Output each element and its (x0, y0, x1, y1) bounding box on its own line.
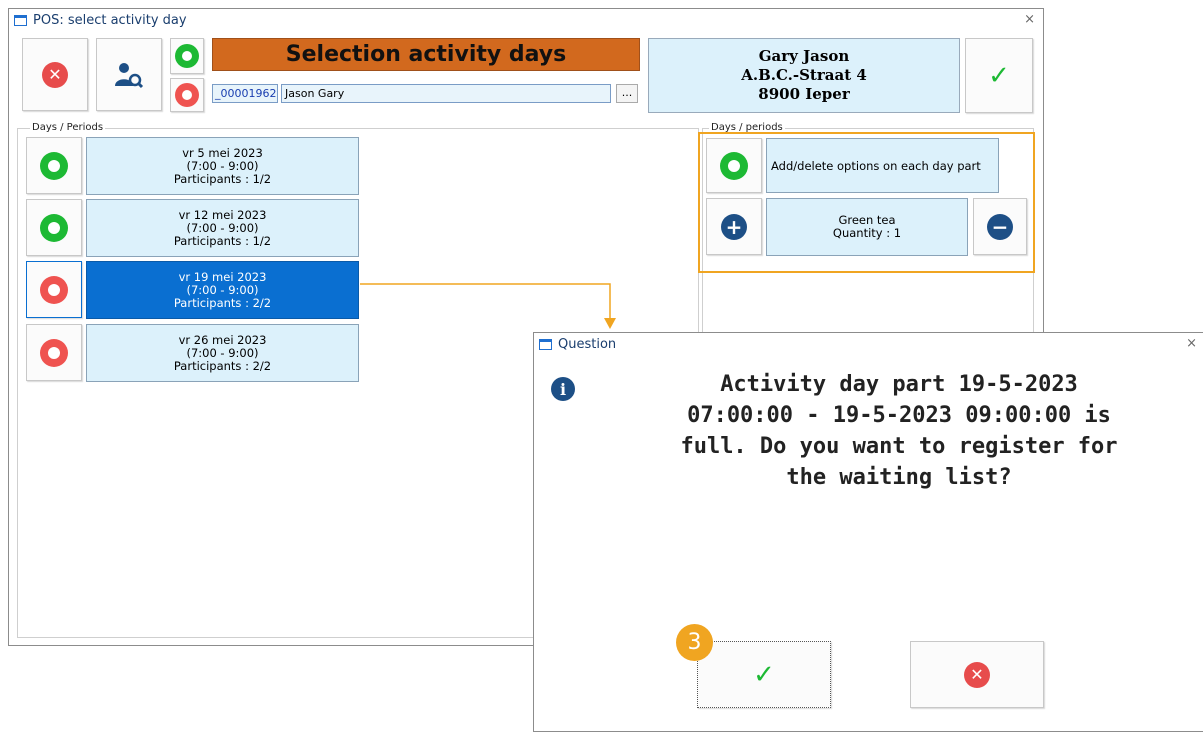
day-date: vr 12 mei 2023 (178, 207, 267, 222)
day-participants: Participants : 1/2 (173, 171, 272, 186)
question-titlebar: Question × (534, 333, 1203, 355)
customer-address: Gary Jason A.B.C.-Straat 4 8900 Ieper (648, 38, 960, 113)
day-card[interactable]: vr 12 mei 2023 (7:00 - 9:00) Participant… (86, 199, 359, 257)
address-line-city: 8900 Ieper (758, 85, 850, 103)
day-card-selected[interactable]: vr 19 mei 2023 (7:00 - 9:00) Participant… (86, 261, 359, 319)
item-quantity: Quantity : 1 (832, 226, 902, 240)
add-quantity-button[interactable]: + (706, 198, 762, 255)
remove-quantity-button[interactable]: − (973, 198, 1027, 255)
day-time: (7:00 - 9:00) (186, 282, 259, 297)
question-message: Activity day part 19-5-2023 07:00:00 - 1… (614, 369, 1184, 493)
day-date: vr 19 mei 2023 (178, 269, 267, 284)
main-window-title: POS: select activity day (33, 12, 187, 28)
info-icon: i (551, 377, 575, 401)
item-card[interactable]: Green tea Quantity : 1 (766, 198, 968, 256)
message-line: full. Do you want to register for (680, 434, 1118, 459)
day-toggle-button[interactable] (26, 261, 82, 318)
day-time: (7:00 - 9:00) (186, 158, 259, 173)
confirm-button[interactable]: ✓ (965, 38, 1033, 113)
checkmark-icon: ✓ (753, 659, 775, 690)
red-ring-icon (40, 338, 68, 367)
window-icon (539, 338, 552, 350)
checkmark-icon: ✓ (988, 60, 1010, 91)
red-ring-icon (175, 83, 199, 107)
cancel-button[interactable]: ✕ (22, 38, 88, 111)
day-time: (7:00 - 9:00) (186, 345, 259, 360)
close-icon: ✕ (964, 661, 990, 688)
day-toggle-button[interactable] (26, 324, 82, 381)
step-badge: 3 (676, 624, 713, 661)
day-participants: Participants : 2/2 (173, 358, 272, 373)
green-ring-icon (175, 44, 199, 68)
plus-icon: + (721, 213, 747, 240)
customer-name-field[interactable]: Jason Gary (281, 84, 611, 103)
message-line: 07:00:00 - 19-5-2023 09:00:00 is (687, 403, 1111, 428)
green-ring-icon (40, 151, 68, 180)
address-line-street: A.B.C.-Straat 4 (741, 66, 867, 84)
message-line: Activity day part 19-5-2023 (720, 372, 1078, 397)
day-participants: Participants : 2/2 (173, 295, 272, 310)
select-all-button[interactable] (170, 38, 204, 74)
day-card[interactable]: vr 26 mei 2023 (7:00 - 9:00) Participant… (86, 324, 359, 382)
main-titlebar: POS: select activity day × (9, 9, 1043, 31)
day-time: (7:00 - 9:00) (186, 220, 259, 235)
message-line: the waiting list? (786, 465, 1012, 490)
user-search-icon (115, 62, 144, 88)
day-participants: Participants : 1/2 (173, 233, 272, 248)
main-close-button[interactable]: × (1024, 12, 1035, 27)
deselect-all-button[interactable] (170, 78, 204, 112)
minus-icon: − (987, 213, 1013, 240)
day-date: vr 5 mei 2023 (182, 145, 263, 160)
connector-arrow (360, 283, 616, 329)
customer-code-field[interactable]: _00001962 (212, 84, 278, 103)
question-close-button[interactable]: × (1186, 336, 1197, 351)
day-toggle-button[interactable] (26, 199, 82, 256)
day-date: vr 26 mei 2023 (178, 332, 267, 347)
question-dialog: Question × i Activity day part 19-5-2023… (533, 332, 1203, 732)
yes-button[interactable]: ✓ (697, 641, 831, 708)
red-ring-icon (40, 275, 68, 304)
search-customer-button[interactable] (96, 38, 162, 111)
address-line-name: Gary Jason (758, 47, 850, 65)
options-label: Add/delete options on each day part (771, 158, 981, 173)
window-icon (14, 14, 27, 26)
green-ring-icon (720, 151, 748, 180)
days-periods-label: Days / Periods (30, 122, 106, 133)
close-icon: ✕ (42, 61, 68, 88)
question-title: Question (558, 336, 617, 352)
page-title: Selection activity days (212, 38, 640, 71)
options-toggle-button[interactable] (706, 138, 762, 193)
options-card[interactable]: Add/delete options on each day part (766, 138, 999, 193)
day-card[interactable]: vr 5 mei 2023 (7:00 - 9:00) Participants… (86, 137, 359, 195)
green-ring-icon (40, 213, 68, 242)
no-button[interactable]: ✕ (910, 641, 1044, 708)
browse-customer-button[interactable]: ... (616, 84, 638, 103)
day-toggle-button[interactable] (26, 137, 82, 194)
